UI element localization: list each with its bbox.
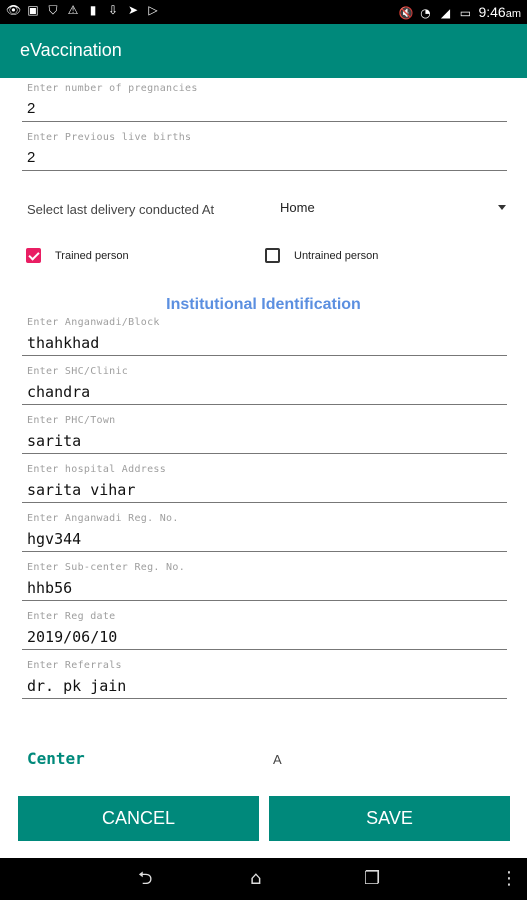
shield-icon: ⛉ [48, 3, 58, 17]
clock: 9:46am [478, 4, 521, 20]
subcenter-reg-input[interactable]: hhb56 [22, 575, 507, 601]
lock-icon: ▮ [89, 3, 97, 17]
form-content: Enter number of pregnancies 2 Enter Prev… [0, 78, 527, 858]
live-births-hint: Enter Previous live births [27, 132, 192, 143]
subcenter-reg-field[interactable]: Enter Sub-center Reg. No. hhb56 [22, 561, 507, 601]
delivery-label: Select last delivery conducted At [27, 202, 215, 217]
center-label: Center [27, 749, 85, 768]
pregnancies-field[interactable]: Enter number of pregnancies 2 [22, 82, 507, 122]
section-title: Institutional Identification [166, 296, 361, 313]
center-value: A [273, 752, 282, 767]
phc-town-hint: Enter PHC/Town [27, 415, 116, 426]
anganwadi-reg-input[interactable]: hgv344 [22, 526, 507, 552]
reg-date-input[interactable]: 2019/06/10 [22, 624, 507, 650]
warning-icon: ⚠ [67, 3, 79, 17]
mute-icon: 🔇 [398, 6, 414, 20]
trained-person-checkbox[interactable] [26, 248, 41, 263]
shc-clinic-input[interactable]: chandra [22, 379, 507, 405]
image-icon: ▣ [27, 3, 39, 17]
cancel-button[interactable]: CANCEL [18, 796, 259, 841]
phc-town-input[interactable]: sarita [22, 428, 507, 454]
untrained-person-checkbox[interactable] [265, 248, 280, 263]
subcenter-reg-hint: Enter Sub-center Reg. No. [27, 562, 186, 573]
live-births-field[interactable]: Enter Previous live births 2 [22, 131, 507, 171]
trained-person-label: Trained person [55, 249, 129, 262]
reg-date-hint: Enter Reg date [27, 611, 116, 622]
wifi-icon: ◔ [420, 6, 431, 20]
home-icon[interactable]: ⌂ [250, 868, 261, 890]
anganwadi-reg-hint: Enter Anganwadi Reg. No. [27, 513, 179, 524]
recents-icon[interactable]: ❐ [364, 868, 380, 890]
reg-date-field[interactable]: Enter Reg date 2019/06/10 [22, 610, 507, 650]
save-button[interactable]: SAVE [269, 796, 510, 841]
eye-icon: 👁 [6, 3, 22, 17]
anganwadi-block-hint: Enter Anganwadi/Block [27, 317, 160, 328]
shc-clinic-field[interactable]: Enter SHC/Clinic chandra [22, 365, 507, 405]
hospital-address-field[interactable]: Enter hospital Address sarita vihar [22, 463, 507, 503]
untrained-person-option[interactable]: Untrained person [265, 248, 378, 263]
download-icon: ⇩ [107, 3, 119, 17]
pregnancies-input[interactable]: 2 [22, 96, 507, 122]
referrals-hint: Enter Referrals [27, 660, 122, 671]
referrals-input[interactable]: dr. pk jain [22, 673, 507, 699]
anganwadi-block-field[interactable]: Enter Anganwadi/Block thahkhad [22, 316, 507, 356]
anganwadi-block-input[interactable]: thahkhad [22, 330, 507, 356]
status-bar: 👁 ▣ ⛉ ⚠ ▮ ⇩ ➤ ▷ 🔇 ◔ ◢ ▭ 9:46am [0, 0, 527, 24]
play-icon: ▷ [148, 3, 158, 17]
delivery-selected-value: Home [280, 200, 315, 215]
dropdown-arrow-icon [498, 205, 506, 210]
more-icon[interactable]: ⋮ [500, 868, 518, 890]
trained-person-option[interactable]: Trained person [26, 248, 129, 263]
navigation-bar: ⮌ ⌂ ❐ ⋮ [0, 858, 527, 900]
app-bar: eVaccination [0, 24, 527, 78]
battery-icon: ▭ [459, 6, 472, 20]
referrals-field[interactable]: Enter Referrals dr. pk jain [22, 659, 507, 699]
phc-town-field[interactable]: Enter PHC/Town sarita [22, 414, 507, 454]
live-births-input[interactable]: 2 [22, 145, 507, 171]
back-icon[interactable]: ⮌ [138, 868, 152, 890]
system-icons: 🔇 ◔ ◢ ▭ 9:46am [398, 3, 521, 23]
shc-clinic-hint: Enter SHC/Clinic [27, 366, 129, 377]
hospital-address-input[interactable]: sarita vihar [22, 477, 507, 503]
signal-icon: ◢ [440, 6, 451, 20]
notification-icons: 👁 ▣ ⛉ ⚠ ▮ ⇩ ➤ ▷ [6, 3, 160, 17]
app-title: eVaccination [20, 40, 122, 60]
hospital-address-hint: Enter hospital Address [27, 464, 167, 475]
anganwadi-reg-field[interactable]: Enter Anganwadi Reg. No. hgv344 [22, 512, 507, 552]
delivery-dropdown[interactable]: Home [280, 196, 510, 220]
send-icon: ➤ [127, 3, 139, 17]
untrained-person-label: Untrained person [294, 249, 379, 262]
pregnancies-hint: Enter number of pregnancies [27, 83, 198, 94]
